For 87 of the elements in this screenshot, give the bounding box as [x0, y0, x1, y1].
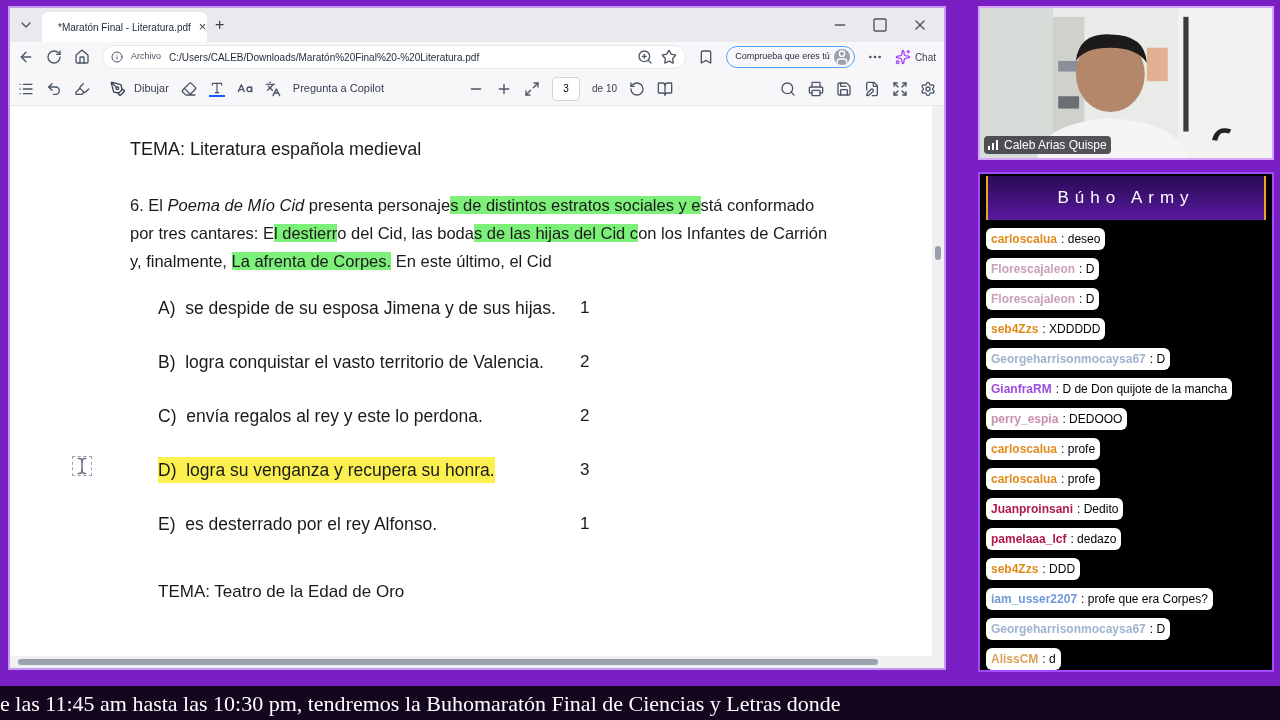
pen-icon	[110, 80, 126, 97]
chat-username: Florescajaleon	[991, 291, 1076, 308]
undo-icon[interactable]	[46, 80, 62, 97]
tab-title: *Maratón Final - Literatura.pdf	[58, 20, 191, 35]
read-aloud-icon[interactable]	[264, 80, 281, 97]
address-url: C:/Users/CALEB/Downloads/Maratón%20Final%20-%20Literatura.pdf	[169, 50, 481, 65]
scrollbar-thumb[interactable]	[935, 246, 941, 260]
vote-count: 3	[580, 459, 590, 482]
chat-username: carloscalua	[991, 231, 1058, 248]
chat-text: : profe	[1061, 441, 1096, 458]
answer-option: E) es desterrado por el rey Alfonso.	[158, 510, 558, 538]
browser-tab[interactable]: *Maratón Final - Literatura.pdf ×	[42, 12, 207, 42]
page-field[interactable]: 3	[552, 76, 580, 101]
print-icon[interactable]	[808, 80, 824, 97]
chat-title: Búho Army	[1057, 187, 1195, 210]
draw-button[interactable]: Dibujar	[110, 80, 169, 97]
chat-username: perry_espia	[991, 411, 1059, 428]
chat-username: carloscalua	[991, 441, 1058, 458]
chat-username: Florescajaleon	[991, 261, 1076, 278]
chat-text: : profe	[1061, 471, 1096, 488]
signal-icon	[988, 140, 1000, 150]
chat-button[interactable]: Chat	[894, 49, 936, 65]
chat-text: : DDD	[1042, 561, 1076, 578]
chat-username: Juanproinsani	[991, 501, 1073, 518]
chat-text: : D	[1149, 621, 1166, 638]
highlight-icon[interactable]	[74, 80, 90, 97]
new-tab-button[interactable]: +	[215, 13, 225, 37]
answer-option: D) logra su venganza y recupera su honra.	[158, 456, 495, 484]
save-as-icon[interactable]	[864, 80, 880, 97]
eraser-icon[interactable]	[180, 80, 197, 97]
page-total: de 10	[592, 82, 617, 96]
answer-option: A) se despide de su esposa Jimena y de sus hijas.	[158, 294, 558, 322]
chat-text: : deseo	[1061, 231, 1101, 248]
reload-icon[interactable]	[46, 49, 62, 65]
vote-count: 1	[580, 513, 590, 536]
copilot-icon	[894, 49, 911, 65]
answer-option: B) logra conquistar el vasto territorio de Valencia.	[158, 348, 558, 376]
chat-text: : profe que era Corpes?	[1081, 591, 1208, 608]
question-line: 6. El Poema de Mío Cid presenta personajes de distintos estratos sociales y está conformado	[130, 195, 816, 216]
answer-option: C) envía regalos al rey y este lo perdona.	[158, 402, 558, 430]
chat-username: pamelaaa_lcf	[991, 531, 1067, 548]
copilot-button[interactable]: Pregunta a Copilot	[292, 80, 384, 97]
rotate-icon[interactable]	[629, 80, 645, 97]
back-icon[interactable]	[18, 49, 34, 65]
scrollbar-thumb[interactable]	[18, 659, 878, 665]
page-view-icon[interactable]	[657, 80, 673, 97]
search-icon[interactable]	[780, 80, 796, 97]
vote-count: 2	[580, 405, 590, 428]
zoom-icon[interactable]	[637, 49, 654, 65]
chat-text: : D	[1079, 291, 1095, 308]
save-icon[interactable]	[836, 80, 852, 97]
settings-icon[interactable]	[920, 80, 936, 97]
chat-text: : D de Don quijote de la mancha	[1055, 381, 1228, 398]
participant-label: Caleb Arias Quispe	[984, 136, 1111, 154]
address-bar[interactable]: Archivo C:/Users/CALEB/Downloads/Maratón%20Final%20-%20Literatura.pdf	[102, 45, 687, 69]
fullscreen-icon[interactable]	[892, 80, 908, 97]
chat-username: carloscalua	[991, 471, 1058, 488]
chat-username: seb4Zzs	[991, 321, 1039, 338]
ticker-text: e las 11:45 am hasta las 10:30 pm, tendremos la Buhomaratón Final de Ciencias y Letras donde	[0, 689, 841, 718]
question-line: y, finalmente, La afrenta de Corpes. En este último, el Cid	[130, 251, 553, 272]
topic-heading: TEMA: Literatura española medieval	[130, 138, 423, 161]
chat-username: Georgeharrisonmocaysa67	[991, 351, 1146, 368]
chat-username: iam_usser2207	[991, 591, 1078, 608]
chat-username: GianfraRM	[991, 381, 1052, 398]
fit-page-icon[interactable]	[524, 80, 540, 97]
chat-text: : d	[1042, 651, 1056, 668]
chat-username: seb4Zzs	[991, 561, 1039, 578]
chat-text: : DEDOOO	[1062, 411, 1123, 428]
vote-count: 1	[580, 297, 590, 320]
chat-text: : XDDDDD	[1042, 321, 1101, 338]
home-icon[interactable]	[74, 49, 90, 65]
text-icon[interactable]	[208, 80, 225, 97]
text-cursor-icon	[72, 456, 92, 476]
vote-count: 2	[580, 351, 590, 374]
restore-icon[interactable]	[872, 17, 888, 33]
address-label: Archivo	[131, 50, 161, 64]
close-tab-button[interactable]: ×	[198, 17, 207, 37]
chat-username: Georgeharrisonmocaysa67	[991, 621, 1146, 638]
info-icon	[111, 51, 123, 63]
avatar-icon	[833, 49, 850, 65]
chat-text: : D	[1079, 261, 1095, 278]
chat-text: : Dedito	[1077, 501, 1119, 518]
chat-text: : dedazo	[1070, 531, 1117, 548]
topic-heading: TEMA: Teatro de la Edad de Oro	[157, 581, 406, 603]
chat-username: AlissCM	[991, 651, 1039, 668]
chat-text: : D	[1149, 351, 1166, 368]
star-icon[interactable]	[661, 49, 678, 65]
